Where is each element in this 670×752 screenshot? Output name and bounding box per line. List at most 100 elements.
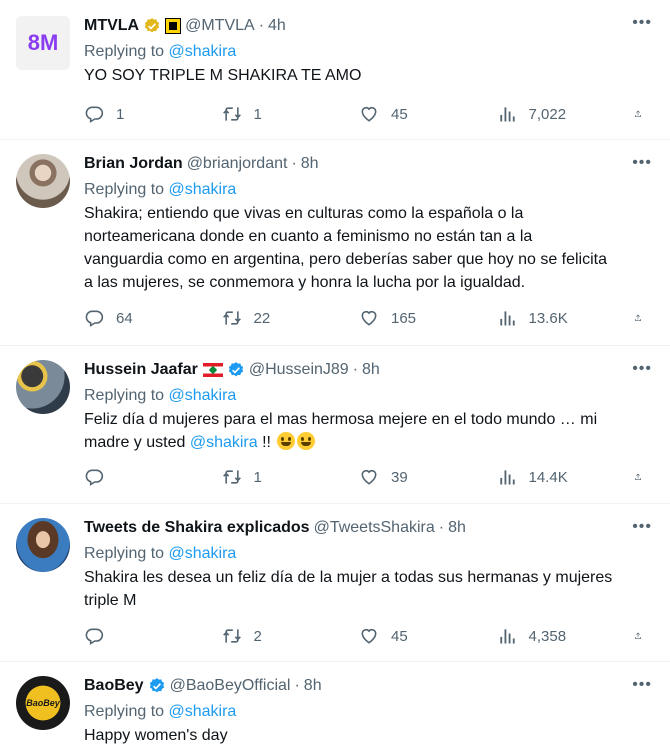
avatar[interactable]: 8M (16, 16, 70, 70)
retweet-icon (222, 308, 242, 328)
retweet-count: 22 (253, 309, 271, 327)
share-button[interactable] (634, 104, 654, 124)
handle[interactable]: @MTVLA (185, 16, 255, 36)
timestamp[interactable]: 8h (301, 154, 319, 174)
reply-context: Replying to @shakira (84, 544, 654, 564)
share-button[interactable] (634, 308, 654, 328)
affiliate-badge-icon (165, 18, 182, 34)
more-options-icon[interactable]: ••• (632, 15, 652, 31)
tweet-text: Shakira; entiendo que vivas en culturas … (84, 205, 608, 291)
verified-gold-icon (143, 17, 161, 35)
timestamp[interactable]: 4h (268, 16, 286, 36)
display-name[interactable]: Brian Jordan (84, 154, 183, 174)
timestamp[interactable]: 8h (362, 360, 380, 380)
tweet-text-part: !! (257, 434, 276, 451)
views-button[interactable]: 14.4K (497, 467, 587, 487)
mtv-logo: 8M (27, 30, 59, 55)
tweet-text: Happy women's day (84, 727, 228, 744)
reply-to-mention[interactable]: @shakira (169, 181, 237, 198)
tweet-actions: 1 1 45 7,022 (84, 104, 654, 124)
views-icon (497, 467, 517, 487)
share-button[interactable] (634, 467, 654, 487)
heart-icon (359, 626, 379, 646)
reply-context: Replying to @shakira (84, 42, 654, 62)
reply-button[interactable] (84, 467, 174, 487)
more-options-icon[interactable]: ••• (632, 361, 652, 377)
reply-button[interactable]: 64 (84, 308, 174, 328)
more-options-icon[interactable]: ••• (632, 155, 652, 171)
display-name[interactable]: MTVLA (84, 16, 139, 36)
replying-to-label: Replying to (84, 43, 165, 60)
tweet-actions: 64 22 165 13.6K (84, 308, 654, 328)
retweet-button[interactable]: 1 (222, 467, 312, 487)
share-icon (634, 467, 642, 487)
reply-button[interactable] (84, 626, 174, 646)
separator-dot: · (438, 519, 445, 536)
like-button[interactable]: 45 (359, 626, 449, 646)
heart-icon (359, 308, 379, 328)
retweet-button[interactable]: 22 (222, 308, 312, 328)
reply-icon (84, 467, 104, 487)
avatar[interactable] (16, 518, 70, 572)
handle[interactable]: @HusseinJ89 (249, 360, 349, 380)
like-button[interactable]: 165 (359, 308, 449, 328)
separator-dot: · (352, 361, 359, 378)
avatar[interactable] (16, 360, 70, 414)
separator-dot: · (291, 155, 297, 172)
mention-link[interactable]: @shakira (190, 434, 258, 451)
retweet-button[interactable]: 2 (222, 626, 312, 646)
display-name[interactable]: BaoBey (84, 676, 144, 696)
handle[interactable]: @TweetsShakira (314, 518, 435, 538)
more-options-icon[interactable]: ••• (632, 677, 652, 693)
share-icon (634, 104, 642, 124)
retweet-icon (222, 104, 242, 124)
reply-context: Replying to @shakira (84, 702, 654, 722)
reply-icon (84, 626, 104, 646)
timestamp[interactable]: 8h (304, 676, 322, 696)
reply-to-mention[interactable]: @shakira (169, 43, 237, 60)
reply-to-mention[interactable]: @shakira (169, 387, 237, 404)
views-icon (497, 308, 517, 328)
share-button[interactable] (634, 626, 654, 646)
avatar[interactable] (16, 154, 70, 208)
like-button[interactable]: 39 (359, 467, 449, 487)
handle[interactable]: @BaoBeyOfficial (170, 676, 291, 696)
tweet-mtvla[interactable]: 8M MTVLA @MTVLA · 4h Replying to @shakir… (0, 0, 670, 140)
retweet-button[interactable]: 1 (222, 104, 312, 124)
tweet-actions: 1 39 14.4K (84, 467, 654, 487)
reply-to-mention[interactable]: @shakira (169, 545, 237, 562)
views-icon (497, 104, 517, 124)
display-name[interactable]: Hussein Jaafar (84, 360, 198, 380)
reply-count: 1 (116, 105, 125, 123)
tweet-baobey[interactable]: BaoBey BaoBey @BaoBeyOfficial · 8h Reply… (0, 662, 670, 752)
tweet-text: Shakira les desea un feliz día de la muj… (84, 569, 613, 609)
views-button[interactable]: 7,022 (497, 104, 587, 124)
like-count: 45 (391, 627, 408, 645)
views-button[interactable]: 13.6K (497, 308, 587, 328)
reply-context: Replying to @shakira (84, 180, 654, 200)
reply-to-mention[interactable]: @shakira (169, 703, 237, 720)
views-icon (497, 626, 517, 646)
retweet-count: 1 (253, 468, 262, 486)
baobey-logo: BaoBey (26, 698, 60, 708)
display-name[interactable]: Tweets de Shakira explicados (84, 518, 310, 538)
tweet-hussein-jaafar[interactable]: Hussein Jaafar @HusseinJ89 · 8h Replying… (0, 346, 670, 504)
avatar[interactable]: BaoBey (16, 676, 70, 730)
like-count: 165 (391, 309, 417, 327)
more-options-icon[interactable]: ••• (632, 519, 652, 535)
tweet-brian-jordan[interactable]: Brian Jordan @brianjordant · 8h Replying… (0, 140, 670, 346)
share-icon (634, 308, 642, 328)
view-count: 7,022 (528, 105, 567, 123)
tweet-text: YO SOY TRIPLE M SHAKIRA TE AMO (84, 67, 362, 84)
replying-to-label: Replying to (84, 703, 165, 720)
handle[interactable]: @brianjordant (187, 154, 288, 174)
retweet-icon (222, 626, 242, 646)
views-button[interactable]: 4,358 (497, 626, 587, 646)
like-count: 45 (391, 105, 408, 123)
lebanon-flag-icon (202, 363, 223, 377)
reply-count: 64 (116, 309, 133, 327)
reply-button[interactable]: 1 (84, 104, 174, 124)
like-button[interactable]: 45 (359, 104, 449, 124)
timestamp[interactable]: 8h (448, 518, 466, 538)
tweet-tweets-de-shakira[interactable]: Tweets de Shakira explicados @TweetsShak… (0, 504, 670, 662)
